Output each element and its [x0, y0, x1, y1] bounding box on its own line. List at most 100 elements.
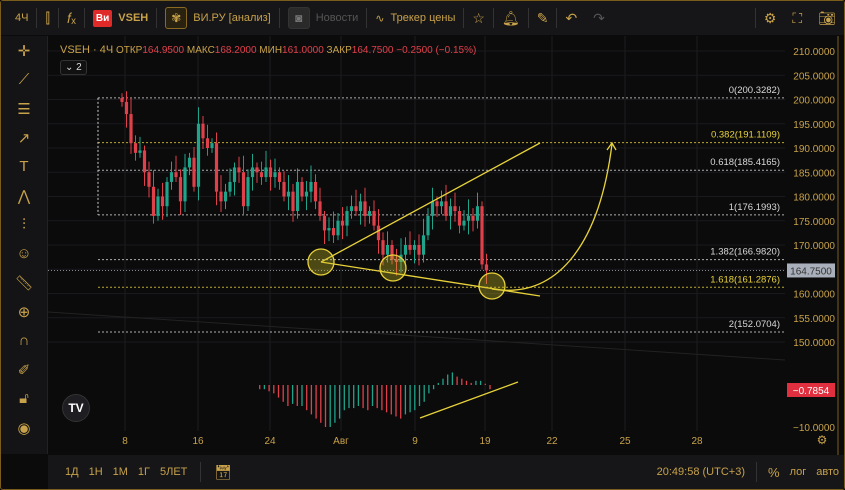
magnet-tool[interactable]: ∩ [1, 326, 47, 355]
eye-icon: ◉ [17, 419, 31, 437]
draw-button[interactable]: ✎ [529, 1, 557, 35]
interval-button[interactable]: 4Ч [7, 1, 36, 35]
trendline-tool[interactable]: ⟋ [1, 65, 47, 94]
screenshot-button[interactable]: 📷︎ [810, 1, 844, 35]
favorite-button[interactable]: ☆ [464, 1, 493, 35]
price-tick: 210.0000 [793, 47, 835, 58]
interval-label: 4Ч [15, 12, 29, 24]
last-price-label: 164.7500 [790, 266, 832, 277]
hide-tool[interactable]: ◉ [1, 413, 47, 442]
pencil-lock-icon: ✐ [17, 361, 31, 379]
indicators-button[interactable]: 𝑓ₓ [59, 1, 84, 35]
lock-tool[interactable]: 🔓︎ [1, 384, 47, 413]
fullscreen-button[interactable]: ⛶ [784, 1, 810, 35]
tradingview-logo[interactable]: TV [62, 394, 90, 422]
candle-body [448, 206, 453, 216]
candle-body [381, 240, 385, 255]
brush-tool[interactable]: ↗ [1, 123, 47, 152]
log-toggle[interactable]: лог [785, 466, 812, 478]
candle-body [354, 206, 358, 212]
zoom-tool[interactable]: ⊕ [1, 297, 47, 326]
price-tick: 195.0000 [793, 120, 835, 131]
indicators-toggle[interactable]: ⌄ 2 [60, 60, 87, 75]
prediction-tool[interactable]: ⫶ [1, 210, 47, 239]
price-tracker-button[interactable]: ∿ Трекер цены [367, 1, 463, 35]
price-tick: 175.0000 [793, 217, 835, 228]
magnet-icon: ∩ [18, 332, 30, 349]
candle-body [282, 181, 286, 197]
crosshair-icon: ✛ [17, 42, 31, 60]
price-tick: 170.0000 [793, 241, 835, 252]
pattern-icon: ⋀ [17, 187, 31, 205]
price-tick: 205.0000 [793, 71, 835, 82]
candle-body [435, 201, 439, 207]
text-tool[interactable]: T [1, 152, 47, 181]
range-1y[interactable]: 1Г [133, 466, 155, 478]
rss-icon: ◙ [287, 7, 310, 29]
candle-body [309, 181, 313, 192]
trend-line-upper [320, 142, 541, 263]
candle-body [367, 211, 372, 216]
low-label: МИН [259, 45, 283, 56]
emoji-tool[interactable]: ☺ [1, 239, 47, 268]
text-icon: T [19, 158, 29, 175]
redo-icon: ↷ [593, 9, 605, 26]
candle-body [300, 181, 304, 197]
trendline-icon: ⟋ [18, 71, 30, 88]
symbol-label: VSEH [118, 12, 149, 24]
candle-body [471, 215, 475, 221]
redo-button[interactable]: ↷ [585, 1, 613, 35]
analysis-logo-icon: ✾ [165, 7, 188, 29]
range-1m[interactable]: 1М [108, 466, 133, 478]
highlight-circle [379, 254, 407, 282]
fib-tool[interactable]: ☰ [1, 94, 47, 123]
ruler-tool[interactable]: 📏︎ [1, 268, 47, 297]
candle-body [142, 150, 147, 173]
fib-icon: ☰ [17, 100, 31, 118]
candle-body [174, 172, 178, 178]
candle-body [430, 201, 435, 216]
undo-button[interactable]: ↶ [557, 1, 585, 35]
alert-button[interactable]: 🔔︎ [494, 1, 528, 35]
oscillator-axis-label: −10.0000 [793, 423, 835, 434]
pattern-tool[interactable]: ⋀ [1, 181, 47, 210]
candle-body [241, 172, 246, 207]
crosshair-tool[interactable]: ✛ [1, 36, 47, 65]
candle-body [444, 201, 448, 216]
candle-body [210, 143, 214, 148]
time-tick: 16 [192, 436, 204, 447]
candle-body [277, 172, 282, 182]
candle-body [345, 211, 349, 226]
chart-canvas[interactable]: 8 16 24 Авг 9 19 22 25 28 210.0000 205.0000 200.000… [48, 36, 844, 455]
candle-body [372, 211, 376, 226]
fib-label: 1.382(166.9820) [710, 247, 780, 258]
open-label: ОТКР [115, 45, 143, 56]
price-tick: 200.0000 [793, 96, 835, 107]
news-button[interactable]: ◙ Новости [280, 1, 367, 35]
range-1d[interactable]: 1Д [60, 466, 84, 478]
lock-drawing-tool[interactable]: ✐ [1, 355, 47, 384]
candle-body [453, 206, 457, 212]
auto-toggle[interactable]: авто [811, 466, 844, 478]
candle-body [318, 201, 322, 216]
candle-body [192, 157, 196, 187]
candle-body [223, 191, 228, 202]
analysis-button[interactable]: ✾ ВИ.РУ [анализ] [157, 1, 278, 35]
percent-toggle[interactable]: % [763, 465, 785, 480]
symbol-button[interactable]: Ви VSEH [85, 1, 156, 35]
goto-date-icon[interactable]: 📅︎ [209, 464, 237, 481]
tracker-label: Трекер цены [390, 12, 456, 24]
smiley-icon: ☺ [16, 245, 32, 262]
settings-button[interactable]: ⚙ [756, 1, 785, 35]
candle-body [232, 167, 237, 182]
candle-body [340, 220, 345, 226]
range-5y[interactable]: 5ЛЕТ [155, 466, 192, 478]
fib-label: 0.382(191.1109) [711, 130, 780, 141]
range-1w[interactable]: 1Н [84, 466, 108, 478]
wave-icon: ∿ [375, 12, 385, 25]
top-toolbar: 4Ч ⫿ 𝑓ₓ Ви VSEH ✾ ВИ.РУ [анализ] ◙ Новости … [1, 1, 844, 35]
price-tick: 150.0000 [793, 338, 835, 349]
chart-type-button[interactable]: ⫿ [37, 1, 57, 35]
candle-body [219, 191, 223, 202]
prediction-icon: ⫶ [22, 216, 26, 233]
